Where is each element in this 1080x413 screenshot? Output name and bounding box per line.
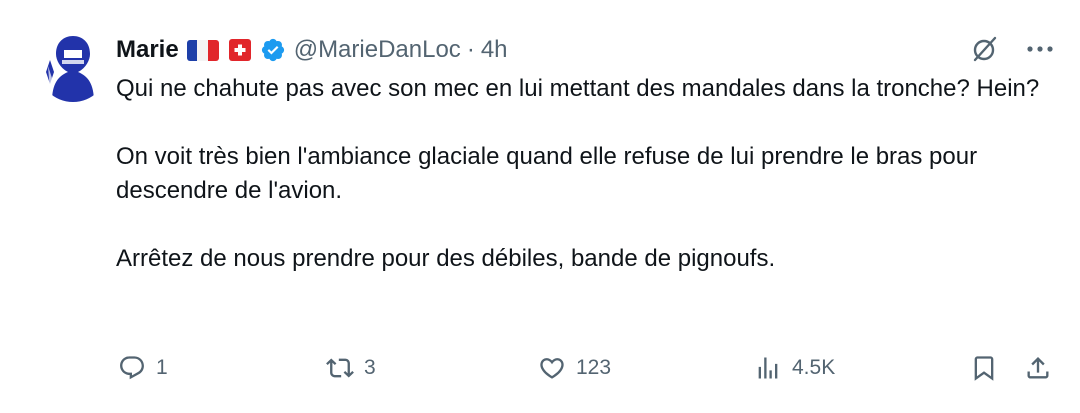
- views-count: 4.5K: [792, 356, 836, 379]
- tweet-header: Marie @MarieDanLoc · 4h: [116, 30, 1054, 70]
- views-button[interactable]: 4.5K: [754, 348, 835, 388]
- tweet-paragraph: Arrêtez de nous prendre pour des débiles…: [116, 245, 776, 272]
- repost-count: 3: [364, 356, 376, 379]
- share-button[interactable]: [1024, 348, 1052, 388]
- tweet[interactable]: Marie @MarieDanLoc · 4h Qui ne chahute p…: [0, 0, 1080, 413]
- header-actions: [970, 34, 1054, 64]
- share-icon: [1027, 357, 1049, 379]
- tweet-actions: 1 3 123 4.5K: [118, 348, 1058, 388]
- like-count: 123: [576, 356, 612, 379]
- avatar-image: [38, 32, 108, 102]
- like-button[interactable]: 123: [538, 348, 611, 388]
- views-icon: [758, 357, 778, 379]
- reply-button[interactable]: 1: [118, 348, 168, 388]
- grok-icon[interactable]: [970, 34, 1000, 64]
- bookmark-button[interactable]: [970, 348, 998, 388]
- france-flag-icon: [186, 39, 219, 61]
- author-handle[interactable]: @MarieDanLoc: [294, 36, 461, 64]
- swiss-cross-icon: [228, 39, 251, 61]
- repost-icon: [326, 358, 354, 378]
- author-name[interactable]: Marie: [116, 36, 179, 64]
- tweet-content: Marie @MarieDanLoc · 4h Qui ne chahute p…: [116, 30, 1054, 276]
- reply-count: 1: [156, 356, 168, 379]
- heart-icon: [540, 358, 564, 379]
- tweet-paragraph: On voit très bien l'ambiance glaciale qu…: [116, 143, 978, 204]
- verified-badge-icon[interactable]: [260, 37, 286, 63]
- tweet-text: Qui ne chahute pas avec son mec en lui m…: [116, 72, 1056, 276]
- tweet-time[interactable]: 4h: [481, 36, 508, 64]
- more-icon[interactable]: [1026, 44, 1054, 54]
- avatar[interactable]: [38, 32, 108, 102]
- separator-dot: ·: [466, 36, 475, 63]
- tweet-paragraph: Qui ne chahute pas avec son mec en lui m…: [116, 75, 1040, 102]
- bookmark-icon: [974, 356, 994, 381]
- repost-button[interactable]: 3: [326, 348, 376, 388]
- reply-icon: [120, 356, 144, 380]
